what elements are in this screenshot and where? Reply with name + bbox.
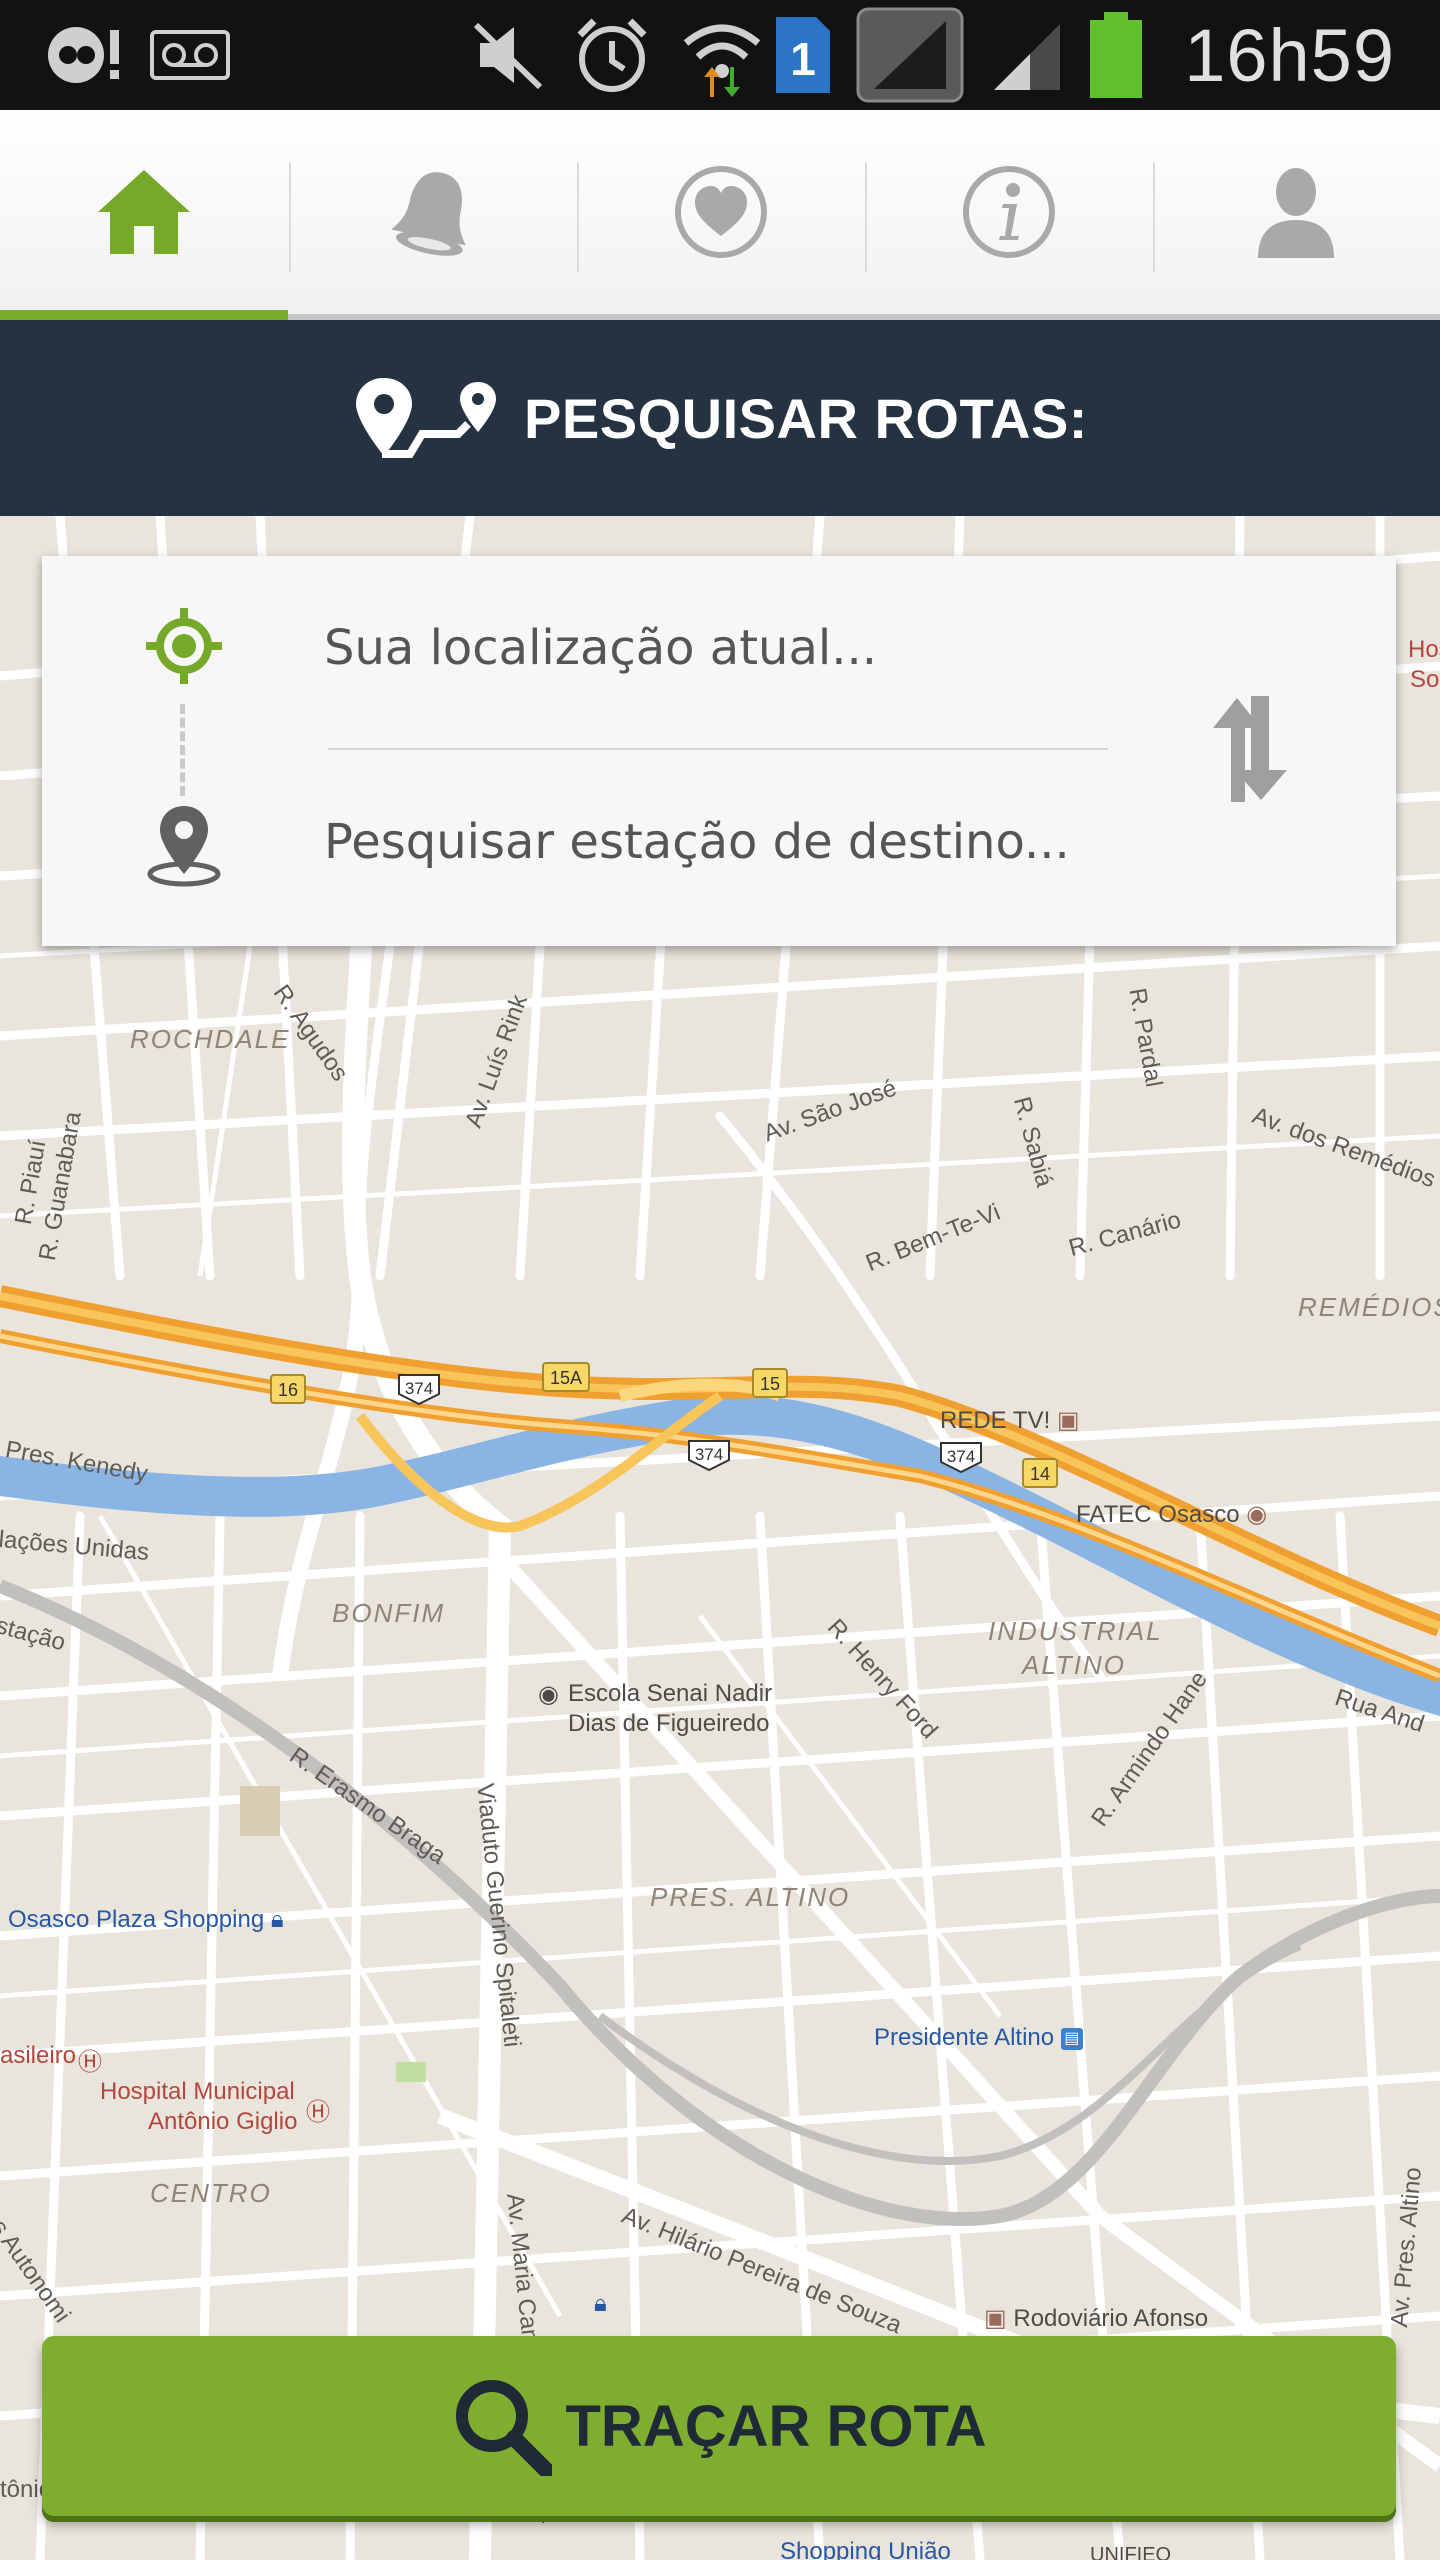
poi-name: FATEC Osasco [1076,1501,1240,1528]
map-hospital-label: Hos [1408,636,1440,663]
station-name: Presidente Altino [874,2024,1055,2051]
map-poi-label: UNIFIEO [1090,2544,1172,2560]
train-station-icon: ▤ [1060,2027,1083,2050]
swap-arrows-icon [1213,696,1287,802]
road-shield-15a: 15A [542,1362,590,1392]
map-hospital-label: Hospital Municipal [100,2078,295,2105]
map-poi-label: Osasco Plaza Shopping 🔒︎ [8,1906,284,1934]
bell-icon [392,172,466,256]
trace-route-button[interactable]: TRAÇAR ROTA [42,2336,1396,2516]
school-icon: ◉ [538,1681,559,1708]
clock: 16h59 [1184,13,1395,97]
road-shield-374: 374 [688,1440,730,1472]
route-icon [356,378,497,458]
origin-input[interactable]: Sua localização atual... [324,620,877,676]
tab-home[interactable] [0,110,288,320]
shopping-icon: 🔒︎ [270,1906,284,1933]
road-shield-374: 374 [940,1442,982,1474]
sim-badge-icon: 1 [772,0,834,110]
school-icon: ◉ [1246,1501,1268,1528]
map-poi-label: Dias de Figueiredo [568,1710,770,1737]
status-bar: 1 16h59 [0,0,1440,110]
mute-icon [468,0,548,110]
tab-profile[interactable] [1152,110,1440,314]
home-icon [98,170,190,254]
map-poi-label: Escola Senai Nadir [568,1680,773,1707]
map-hospital-label: Antônio Giglio [148,2108,298,2135]
svg-text:15A: 15A [550,1368,582,1388]
svg-text:374: 374 [947,1447,975,1466]
map-poi-label: REDE TV! ▣ [940,1406,1080,1435]
poi-name: REDE TV! [940,1407,1051,1434]
shopping-icon: 🔒︎ [594,2290,607,2317]
location-target-icon [146,608,222,684]
road-shield-16: 16 [270,1374,306,1404]
voicemail-bubble-icon [42,0,126,110]
active-tab-indicator [0,310,288,320]
svg-text:374: 374 [405,1379,433,1398]
info-icon [963,166,1055,258]
poi-name: Osasco Plaza Shopping [8,1906,265,1933]
route-search-header: PESQUISAR ROTAS: [0,320,1440,516]
map-pin-icon [147,806,221,887]
map-transit-label: Presidente Altino ▤ [874,2024,1083,2052]
map-hospital-label: So [1410,666,1440,693]
svg-text:15: 15 [760,1374,780,1394]
user-icon [1258,168,1334,258]
map-district-label: ALTINO [1022,1650,1126,1680]
map-hospital-label: asileiro [0,2042,77,2069]
page-title: PESQUISAR ROTAS: [524,386,1088,450]
destination-input[interactable]: Pesquisar estação de destino... [324,814,1070,870]
tab-info[interactable] [865,110,1153,314]
map-district-label: REMÉDIOS [1298,1292,1440,1322]
alarm-icon [572,0,652,110]
voicemail-icon [150,0,230,110]
map-district-label: PRES. ALTINO [650,1882,851,1912]
swap-button[interactable] [1200,684,1300,814]
input-divider [328,748,1108,750]
road-shield-374: 374 [398,1374,440,1406]
heart-icon [675,166,767,258]
map-district-label: CENTRO [150,2178,272,2208]
hospital-icon: Ⓗ [78,2049,102,2076]
tab-notifications[interactable] [290,110,578,314]
map-district-label: ROCHDALE [130,1024,291,1054]
svg-text:374: 374 [695,1445,723,1464]
poi-marker-icon: ▣ [984,2305,1007,2332]
battery-icon [1088,0,1144,110]
tab-bar [0,110,1440,320]
svg-text:14: 14 [1030,1464,1050,1484]
wifi-icon [680,0,764,110]
svg-text:16: 16 [278,1380,298,1400]
signal-icon [856,0,964,110]
search-icon [455,2380,552,2476]
signal-icon [990,0,1064,110]
road-shield-15: 15 [752,1368,788,1398]
road-shield-14: 14 [1022,1458,1058,1488]
route-connector-line [180,704,185,796]
tab-favorites[interactable] [577,110,865,314]
route-search-card: Sua localização atual... Pesquisar estaç… [42,556,1396,946]
map-poi-label: Shopping União [780,2538,951,2560]
map-poi-label: FATEC Osasco ◉ [1076,1500,1267,1529]
map-poi-label: ▣ Rodoviário Afonso [984,2304,1208,2333]
hospital-icon: Ⓗ [306,2099,330,2126]
map-district-label: INDUSTRIAL [988,1616,1163,1646]
trace-route-label: TRAÇAR ROTA [565,2393,987,2459]
poi-name: Rodoviário Afonso [1013,2305,1209,2332]
svg-text:1: 1 [790,33,816,85]
map-district-label: BONFIM [332,1598,446,1628]
poi-marker-icon: ▣ [1056,1407,1080,1434]
